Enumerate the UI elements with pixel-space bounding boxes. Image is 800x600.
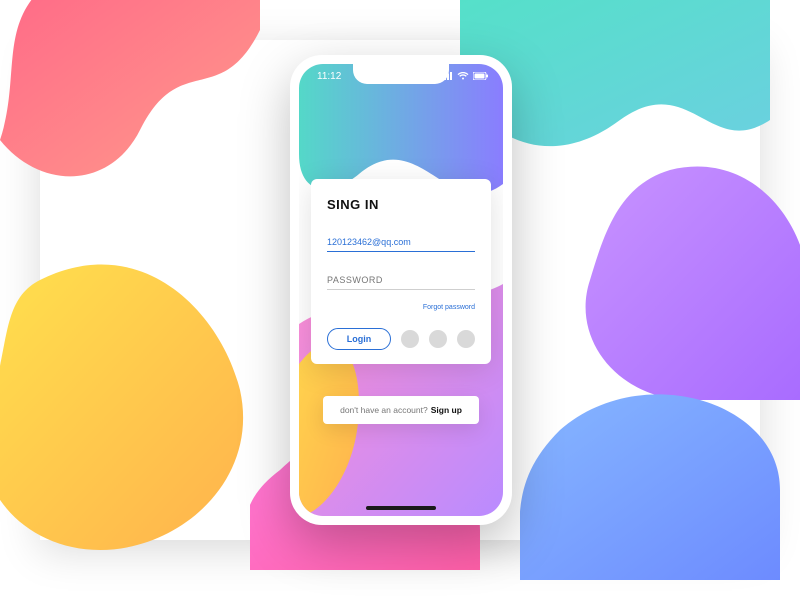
email-field-wrap: [327, 232, 475, 252]
phone-notch: [353, 64, 449, 84]
status-time: 11:12: [317, 71, 341, 82]
signup-prompt: don't have an account?: [340, 405, 428, 415]
card-actions: Login: [327, 328, 475, 350]
email-field[interactable]: [327, 233, 475, 252]
signup-link[interactable]: Sign up: [431, 405, 462, 415]
home-indicator: [366, 506, 436, 510]
bg-blob-yellow: [0, 250, 280, 570]
social-wechat-icon[interactable]: [401, 330, 419, 348]
wifi-icon: [457, 72, 469, 83]
phone-screen: 11:12 SING IN Forgot password: [299, 64, 503, 516]
signup-bar[interactable]: don't have an account? Sign up: [323, 396, 479, 424]
signin-card: SING IN Forgot password Login: [311, 179, 491, 364]
password-field[interactable]: [327, 271, 475, 290]
password-field-wrap: [327, 270, 475, 290]
battery-icon: [473, 72, 489, 83]
card-title: SING IN: [327, 197, 475, 212]
design-canvas: 11:12 SING IN Forgot password: [40, 40, 760, 540]
social-facebook-icon[interactable]: [429, 330, 447, 348]
bg-blob-violet: [550, 160, 800, 400]
bg-blob-pink: [0, 0, 260, 200]
phone-frame: 11:12 SING IN Forgot password: [290, 55, 512, 525]
bg-blob-blue: [520, 370, 780, 580]
login-button[interactable]: Login: [327, 328, 391, 350]
forgot-password-link[interactable]: Forgot password: [423, 304, 475, 311]
social-twitter-icon[interactable]: [457, 330, 475, 348]
